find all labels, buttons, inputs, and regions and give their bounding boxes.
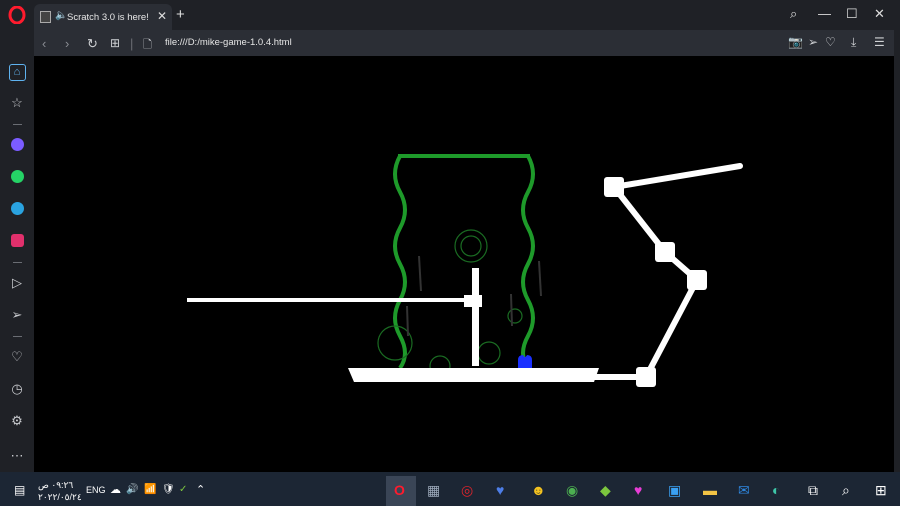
start-app-icon[interactable]: ⊞ — [875, 482, 887, 499]
opera-app-icon[interactable]: O — [394, 482, 405, 498]
security-icon[interactable]: 🛡 — [162, 484, 175, 495]
chain-arm — [591, 163, 743, 380]
bookmarks-icon[interactable]: ☆ — [0, 95, 34, 111]
clock-time: ٠٩:٢٦ ص — [38, 480, 74, 490]
vertical-pole — [472, 268, 479, 366]
heart-pink-app-icon[interactable]: ♥ — [634, 482, 642, 498]
whatsapp-icon[interactable] — [0, 170, 34, 186]
address-divider: | — [130, 36, 134, 51]
vine-cage — [393, 154, 535, 370]
maximize-button[interactable]: ☐ — [846, 6, 858, 22]
browser-tab[interactable]: 🔈 Scratch 3.0 is here! ✕ — [34, 4, 172, 30]
address-bar: ‹ › ↻ ⊞ | 🗋 file:///D:/mike-game-1.0.4.h… — [34, 30, 894, 56]
heart-sidebar-icon[interactable]: ♡ — [0, 349, 34, 365]
heart-icon[interactable]: ♡ — [825, 35, 836, 49]
tab-title: Scratch 3.0 is here! — [67, 12, 149, 23]
home-icon[interactable]: ⌂ — [0, 63, 34, 81]
camera-icon[interactable]: 📷 — [788, 35, 803, 49]
minimize-button[interactable]: — — [818, 6, 831, 21]
heart-app-icon[interactable]: ♥ — [496, 482, 504, 498]
clock-date: ٢٠٢٢/٠٥/٢٤ — [38, 492, 82, 502]
send-sidebar-icon[interactable]: ➢ — [0, 307, 34, 323]
page-icon: 🗋 — [143, 39, 152, 51]
sidebar-separator — [13, 124, 22, 125]
reload-icon[interactable]: ↻ — [87, 36, 98, 52]
forward-icon[interactable]: › — [65, 36, 69, 51]
player-icon[interactable]: ▷ — [0, 275, 34, 291]
sidebar-separator — [13, 262, 22, 263]
chrome-app-icon[interactable]: ◉ — [566, 482, 578, 499]
edge-app-icon[interactable]: ◐ — [772, 482, 780, 498]
speaker-icon[interactable]: 🔈 — [55, 10, 67, 21]
calculator-app-icon[interactable]: ▦ — [427, 482, 440, 499]
show-hidden-icons[interactable]: ⌃ — [196, 483, 205, 496]
taskview-app-icon[interactable]: ⧉ — [808, 482, 818, 499]
messenger-icon[interactable] — [0, 138, 34, 154]
search-app-icon[interactable]: ⌕ — [842, 482, 850, 499]
tab-favicon-icon — [40, 11, 51, 23]
new-tab-button[interactable]: + — [176, 6, 185, 23]
tabs-overview-icon[interactable]: ⊞ — [110, 36, 120, 50]
telegram-icon[interactable] — [0, 202, 34, 218]
weather-icon[interactable]: ☁ — [110, 483, 121, 496]
send-icon[interactable]: ➢ — [808, 35, 818, 49]
volume-icon[interactable]: 🔊 — [126, 484, 138, 495]
sidebar-separator — [13, 336, 22, 337]
taskbar: ▤ ٠٩:٢٦ ص ٢٠٢٢/٠٥/٢٤ ENG ☁ 🔊 📶 🛡 ✓ ⌃ O ▦… — [0, 476, 900, 506]
notification-icon[interactable]: ▤ — [14, 483, 25, 497]
window-border — [894, 30, 900, 472]
folder-app-icon[interactable]: ▬ — [703, 482, 717, 498]
browser-titlebar: 🔈 Scratch 3.0 is here! ✕ + ⌕ — ☐ ✕ — [0, 0, 900, 30]
language-indicator[interactable]: ENG — [86, 485, 106, 495]
search-tabs-icon[interactable]: ⌕ — [790, 6, 797, 22]
tab-close-icon[interactable]: ✕ — [157, 9, 167, 23]
instagram-icon[interactable] — [0, 234, 34, 250]
mail-app-icon[interactable]: ✉ — [738, 482, 750, 499]
more-icon[interactable]: ⋯ — [0, 448, 34, 464]
platform — [348, 368, 599, 382]
game-canvas[interactable] — [34, 56, 894, 472]
sidebar: ⌂ ☆ ▷ ➢ ♡ ◷ ⚙ ⋯ — [0, 30, 34, 472]
pole-joint — [464, 295, 482, 307]
menu-icon[interactable]: ☰ — [874, 35, 885, 49]
clock[interactable]: ٠٩:٢٦ ص ٢٠٢٢/٠٥/٢٤ — [38, 479, 82, 503]
store-app-icon[interactable]: ▣ — [668, 482, 681, 499]
download-icon[interactable]: ⤓ — [851, 35, 856, 50]
emoji-app-icon[interactable]: ☻ — [531, 482, 546, 498]
sync-icon[interactable]: ✓ — [179, 484, 187, 495]
target-app-icon[interactable]: ◎ — [461, 482, 473, 499]
close-button[interactable]: ✕ — [874, 6, 885, 22]
back-icon[interactable]: ‹ — [42, 36, 46, 51]
url-field[interactable]: file:///D:/mike-game-1.0.4.html — [165, 37, 292, 48]
history-icon[interactable]: ◷ — [0, 381, 34, 397]
horizontal-rod — [187, 298, 472, 302]
settings-icon[interactable]: ⚙ — [0, 413, 34, 429]
bluestacks-app-icon[interactable]: ◆ — [600, 482, 611, 499]
game-stage[interactable] — [34, 56, 894, 472]
network-icon[interactable]: 📶 — [144, 484, 156, 495]
opera-logo-icon[interactable] — [8, 6, 26, 24]
